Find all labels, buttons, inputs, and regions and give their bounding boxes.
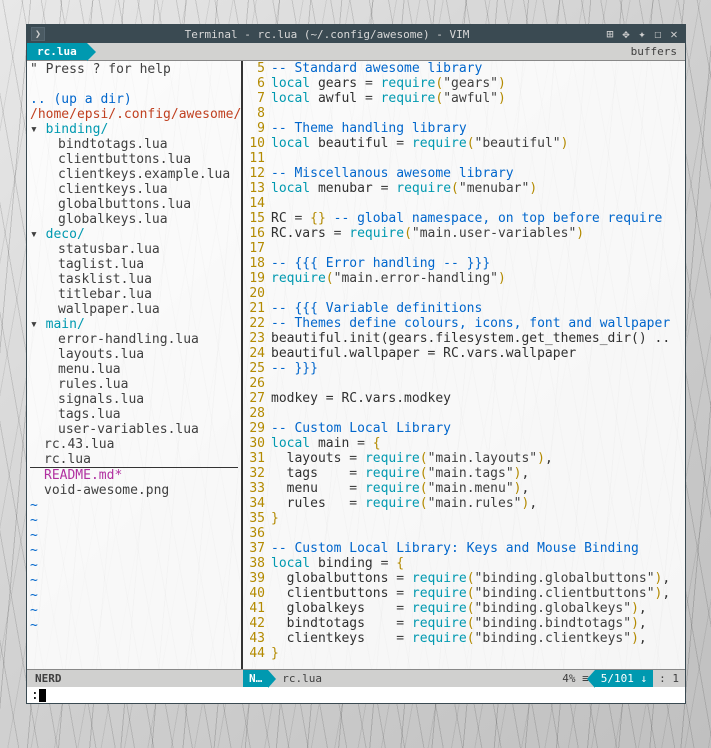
nerdtree-file[interactable]: clientkeys.example.lua [30,167,238,182]
nerdtree-file[interactable]: tags.lua [30,407,238,422]
maximize-icon[interactable]: ☐ [651,27,665,41]
code-pane[interactable]: 5678910111213141516171819202122232425262… [243,61,685,669]
status-nerd-label: NERD [27,672,243,685]
titlebar-menu-icon[interactable]: ❯ [31,27,45,41]
nerdtree-file[interactable]: titlebar.lua [30,287,238,302]
nerdtree-readme[interactable]: README.md* [30,468,238,483]
nerdtree-file[interactable]: rc.43.lua [30,437,238,452]
nerdtree-current-file[interactable]: rc.lua [30,452,238,468]
nerdtree-tilde: ~ [30,543,238,558]
nerdtree-file[interactable]: user-variables.lua [30,422,238,437]
tab-buffers[interactable]: buffers [623,43,685,60]
status-bar: NERD N… rc.lua 4% ≡ 5/101 ↓ : 1 [27,669,685,687]
nerdtree-file[interactable]: globalkeys.lua [30,212,238,227]
nerdtree-file[interactable]: globalbuttons.lua [30,197,238,212]
command-line[interactable]: : [27,687,685,703]
nerdtree-file[interactable]: wallpaper.lua [30,302,238,317]
window-controls: ⊞ ✥ ✦ ☐ ✕ [603,27,681,41]
nerdtree-file[interactable]: clientkeys.lua [30,182,238,197]
nerdtree-file[interactable]: layouts.lua [30,347,238,362]
tab-bar: rc.lua buffers [27,43,685,61]
code-content[interactable]: -- Standard awesome librarylocal gears =… [271,61,685,669]
nerdtree-tilde: ~ [30,618,238,633]
nerdtree-dir[interactable]: ▾ main/ [30,317,238,332]
nerdtree-file[interactable]: rules.lua [30,377,238,392]
status-mode: N… [243,670,268,687]
nerdtree-tilde: ~ [30,558,238,573]
nerdtree-tilde: ~ [30,573,238,588]
window-title: Terminal - rc.lua (~/.config/awesome) - … [51,28,603,41]
nerdtree-file[interactable]: clientbuttons.lua [30,152,238,167]
nerdtree-up-dir[interactable]: .. (up a dir) [30,92,238,107]
status-line-pos: 5/101 ↓ [595,670,653,687]
nerdtree-file[interactable]: bindtotags.lua [30,137,238,152]
status-filename: rc.lua [268,672,562,685]
tab-active[interactable]: rc.lua [27,43,87,60]
cursor-icon [39,689,46,702]
nerdtree-file[interactable]: void-awesome.png [30,483,238,498]
terminal-window: ❯ Terminal - rc.lua (~/.config/awesome) … [26,24,686,704]
nerdtree-tilde: ~ [30,513,238,528]
titlebar: ❯ Terminal - rc.lua (~/.config/awesome) … [27,25,685,43]
nerdtree-dir[interactable]: ▾ deco/ [30,227,238,242]
nerdtree-pane[interactable]: " Press ? for help .. (up a dir)/home/ep… [27,61,243,669]
nerdtree-tilde: ~ [30,603,238,618]
nerdtree-dir[interactable]: ▾ binding/ [30,122,238,137]
pin-icon[interactable]: ✦ [635,27,649,41]
nerdtree-file[interactable]: statusbar.lua [30,242,238,257]
nerdtree-file[interactable]: signals.lua [30,392,238,407]
nerdtree-file[interactable]: error-handling.lua [30,332,238,347]
status-col: : 1 [653,670,685,687]
nerdtree-tilde: ~ [30,588,238,603]
nerdtree-file[interactable]: tasklist.lua [30,272,238,287]
cmd-prefix: : [31,688,39,703]
nerdtree-root-path[interactable]: /home/epsi/.config/awesome/ [30,107,238,122]
editor-area: " Press ? for help .. (up a dir)/home/ep… [27,61,685,669]
nerdtree-help: " Press ? for help [30,62,238,77]
nerdtree-file[interactable]: taglist.lua [30,257,238,272]
close-icon[interactable]: ✕ [667,27,681,41]
grid-icon[interactable]: ⊞ [603,27,617,41]
nerdtree-tilde: ~ [30,498,238,513]
line-number-gutter: 5678910111213141516171819202122232425262… [243,61,271,669]
move-icon[interactable]: ✥ [619,27,633,41]
nerdtree-tilde: ~ [30,528,238,543]
nerdtree-file[interactable]: menu.lua [30,362,238,377]
